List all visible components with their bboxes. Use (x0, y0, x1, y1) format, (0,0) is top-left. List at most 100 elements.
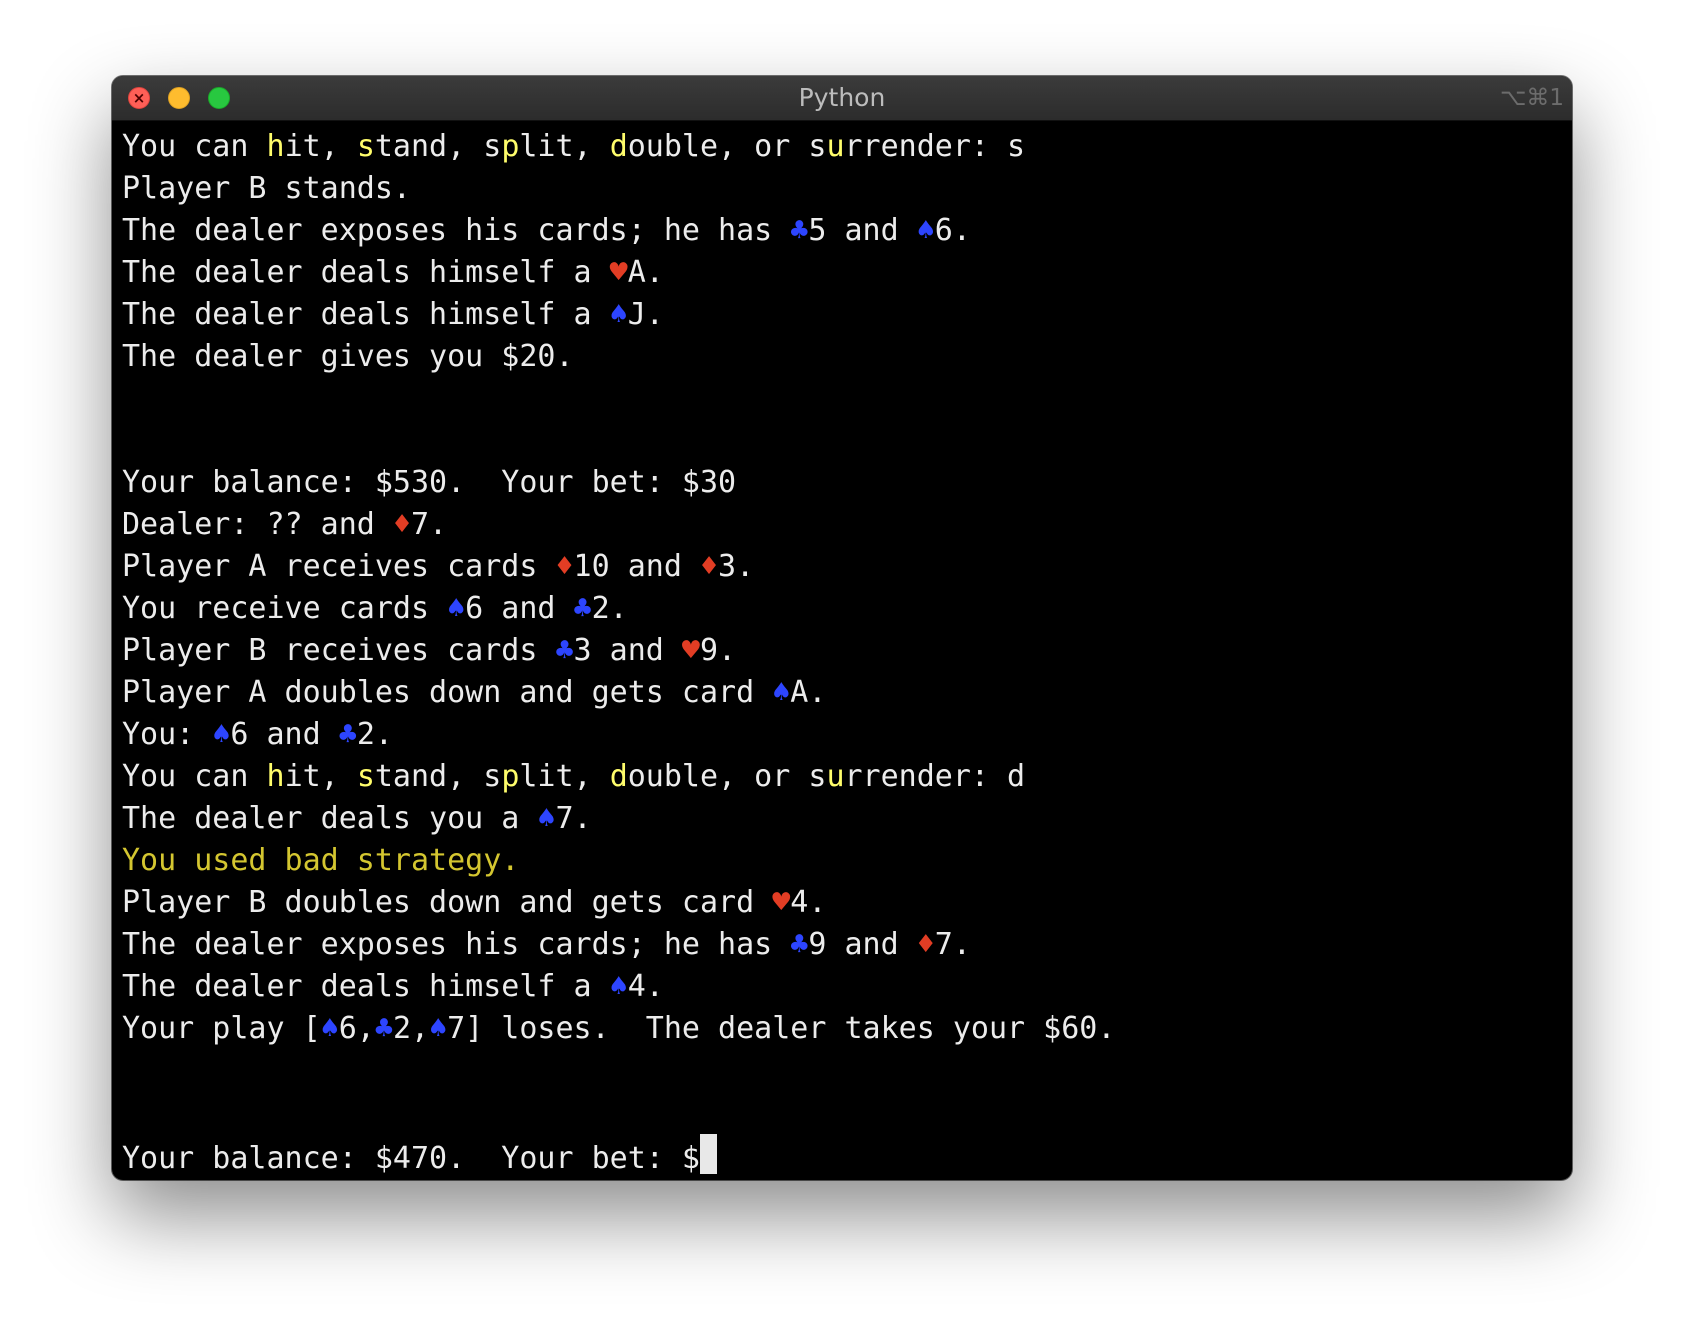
terminal-window: × Python ⌥⌘1 You can hit, stand, split, … (112, 76, 1572, 1180)
terminal-text: Player B doubles down and gets card (122, 885, 773, 920)
spade-icon: ♠ (429, 1011, 448, 1046)
club-icon: ♣ (338, 717, 357, 752)
diamond-icon: ♦ (392, 507, 411, 542)
diamond-icon: ♦ (699, 549, 719, 584)
terminal-text: 7. (555, 801, 592, 836)
terminal-line: Player B receives cards ♣3 and ♥9. (122, 630, 1572, 672)
club-icon: ♣ (573, 591, 592, 626)
terminal-text: 4. (627, 969, 664, 1004)
diamond-icon: ♦ (916, 927, 935, 962)
club-icon: ♣ (790, 927, 809, 962)
terminal-text: 10 and (573, 549, 700, 584)
input-prompt: Your balance: $470. Your bet: $ (122, 1141, 700, 1176)
terminal-text: Dealer: ?? and (122, 507, 393, 542)
terminal-line: The dealer deals himself a ♠4. (122, 966, 1572, 1008)
terminal-text: 6 and (230, 717, 339, 752)
terminal-line: The dealer deals himself a ♠J. (122, 294, 1572, 336)
terminal-line: Dealer: ?? and ♦7. (122, 504, 1572, 546)
club-icon: ♣ (790, 213, 809, 248)
shortcut-key-highlight: u (826, 759, 845, 794)
spade-icon: ♠ (916, 213, 935, 248)
text-cursor (699, 1134, 717, 1174)
terminal-text: The dealer gives you $20. (122, 339, 574, 374)
terminal-text: 6, (338, 1011, 375, 1046)
terminal-text: A. (627, 255, 664, 290)
terminal-text: 7] loses. The dealer takes your $60. (447, 1011, 1116, 1046)
terminal-text: 2. (356, 717, 393, 752)
terminal-text: The dealer deals you a (122, 801, 538, 836)
terminal-text: 9 and (808, 927, 917, 962)
terminal-line: You can hit, stand, split, double, or su… (122, 756, 1572, 798)
terminal-text: J. (627, 297, 664, 332)
terminal-text: tand, s (374, 129, 502, 164)
terminal-text: Player A doubles down and gets card (122, 675, 773, 710)
terminal-line: You used bad strategy. (122, 840, 1572, 882)
terminal-text: ouble, or s (627, 759, 827, 794)
diamond-icon: ♦ (555, 549, 574, 584)
spade-icon: ♠ (609, 969, 628, 1004)
terminal-text: 4. (790, 885, 827, 920)
terminal-text: The dealer deals himself a (122, 255, 610, 290)
terminal-text: A. (790, 675, 827, 710)
terminal-text: rrender: s (844, 129, 1026, 164)
spade-icon: ♠ (212, 717, 231, 752)
window-title: Python (798, 83, 886, 112)
shortcut-key-highlight: d (609, 129, 628, 164)
terminal-line: Player B doubles down and gets card ♥4. (122, 882, 1572, 924)
window-shortcut-label: ⌥⌘1 (1499, 85, 1564, 111)
terminal-lines: You can hit, stand, split, double, or su… (122, 126, 1572, 1134)
shortcut-key-highlight: s (356, 129, 375, 164)
terminal-text: Player B receives cards (122, 633, 556, 668)
terminal-line: You: ♠6 and ♣2. (122, 714, 1572, 756)
terminal-text: You can (122, 129, 267, 164)
spade-icon: ♠ (447, 591, 466, 626)
club-icon: ♣ (555, 633, 574, 668)
spade-icon: ♠ (772, 675, 791, 710)
terminal-text: You: (122, 717, 213, 752)
heart-icon: ♥ (681, 633, 700, 668)
terminal-text: Your play [ (122, 1011, 321, 1046)
terminal-line: Player A doubles down and gets card ♠A. (122, 672, 1572, 714)
terminal-text: 2, (392, 1011, 430, 1046)
spade-icon: ♠ (609, 297, 628, 332)
terminal-text: lit, (519, 759, 610, 794)
shortcut-key-highlight: h (266, 129, 285, 164)
terminal-text: The dealer deals himself a (122, 297, 610, 332)
terminal-line: The dealer exposes his cards; he has ♣9 … (122, 924, 1572, 966)
spade-icon: ♠ (320, 1011, 339, 1046)
terminal-text: 5 and (808, 213, 917, 248)
terminal-line: You can hit, stand, split, double, or su… (122, 126, 1572, 168)
club-icon: ♣ (374, 1011, 393, 1046)
terminal-output[interactable]: You can hit, stand, split, double, or su… (112, 121, 1572, 1176)
terminal-line: The dealer deals himself a ♥A. (122, 252, 1572, 294)
shortcut-key-highlight: p (501, 759, 520, 794)
terminal-text: lit, (519, 129, 610, 164)
shortcut-key-highlight: p (501, 129, 520, 164)
shortcut-key-highlight: u (826, 129, 845, 164)
shortcut-key-highlight: d (609, 759, 628, 794)
terminal-line: Player B stands. (122, 168, 1572, 210)
terminal-text: it, (284, 129, 357, 164)
terminal-text: 3. (718, 549, 755, 584)
heart-icon: ♥ (609, 255, 628, 290)
terminal-text: rrender: d (844, 759, 1026, 794)
title-bar[interactable]: × Python ⌥⌘1 (112, 76, 1572, 121)
terminal-text: 6 and (465, 591, 574, 626)
terminal-line: The dealer gives you $20. (122, 336, 1572, 378)
input-prompt-line[interactable]: Your balance: $470. Your bet: $ (122, 1134, 1572, 1176)
terminal-text: Your balance: $530. Your bet: $30 (122, 465, 737, 500)
shortcut-key-highlight: h (266, 759, 285, 794)
terminal-text: 7. (934, 927, 971, 962)
terminal-text: it, (284, 759, 357, 794)
terminal-text: You can (122, 759, 267, 794)
terminal-text: You receive cards (122, 591, 448, 626)
terminal-text: 3 and (573, 633, 682, 668)
terminal-text: 9. (699, 633, 737, 668)
terminal-text: 7. (411, 507, 448, 542)
terminal-text: The dealer deals himself a (122, 969, 610, 1004)
terminal-line: The dealer exposes his cards; he has ♣5 … (122, 210, 1572, 252)
terminal-text: The dealer exposes his cards; he has (122, 213, 791, 248)
